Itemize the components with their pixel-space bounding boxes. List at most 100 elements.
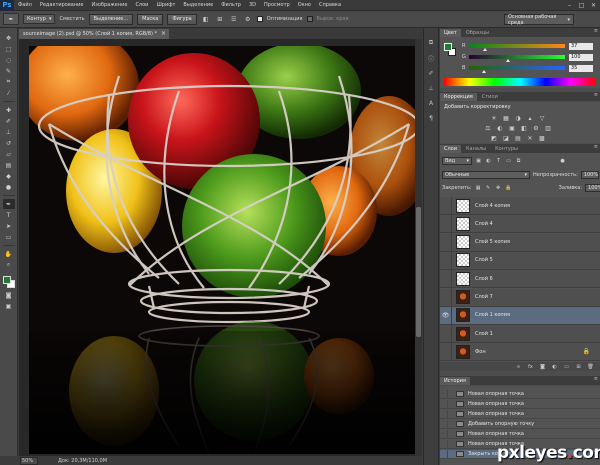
color-lookup-icon[interactable]: ⚙ — [532, 124, 540, 132]
gradient-tool-icon[interactable]: ▤ — [3, 160, 15, 170]
crop-tool-icon[interactable]: ⌗ — [3, 77, 15, 87]
layer-row[interactable]: Фон 🔒 — [440, 342, 600, 362]
tab-layers[interactable]: Слои — [440, 145, 461, 153]
menu-edit[interactable]: Редактирование — [36, 2, 88, 8]
menu-filter[interactable]: Фильтр — [217, 2, 245, 8]
menu-3d[interactable]: 3D — [245, 2, 260, 8]
layer-visibility-eye-icon[interactable] — [440, 288, 452, 306]
canvas-area[interactable] — [19, 39, 422, 456]
menu-layers[interactable]: Слои — [131, 2, 152, 8]
menu-file[interactable]: Файл — [14, 2, 36, 8]
menu-view[interactable]: Просмотр — [260, 2, 294, 8]
lock-pixels-icon[interactable]: ✎ — [485, 185, 492, 192]
character-panel-icon[interactable]: A — [426, 98, 437, 108]
blur-tool-icon[interactable]: ◆ — [3, 171, 15, 181]
posterize-icon[interactable]: ◪ — [502, 134, 510, 142]
panel-menu-icon[interactable]: ≡ — [594, 92, 598, 98]
menu-type[interactable]: Шрифт — [152, 2, 179, 8]
path-alignment-icon[interactable]: ⊞ — [215, 14, 225, 24]
vertical-scrollbar[interactable] — [415, 39, 422, 456]
channel-mixer-icon[interactable]: ◧ — [520, 124, 528, 132]
red-channel-slider[interactable] — [469, 44, 565, 51]
history-item[interactable]: Новая опорная точка — [440, 399, 600, 409]
close-icon[interactable]: × — [161, 30, 166, 37]
make-mask-button[interactable]: Маска — [137, 13, 164, 25]
layer-visibility-eye-icon[interactable] — [440, 342, 452, 361]
dodge-tool-icon[interactable]: ● — [3, 182, 15, 192]
tab-swatches[interactable]: Образцы — [462, 29, 493, 37]
gradient-map-icon[interactable]: ✕ — [526, 134, 534, 142]
lock-all-icon[interactable]: 🔒 — [505, 185, 512, 192]
history-snapshot-box[interactable] — [440, 399, 448, 409]
new-adjustment-layer-icon[interactable]: ◐ — [551, 363, 558, 370]
tool-preset-picker[interactable]: ✒ — [3, 13, 19, 25]
screen-mode-icon[interactable]: ▣ — [3, 301, 15, 311]
layer-row[interactable]: Слой 6 — [440, 269, 600, 289]
red-slider-thumb[interactable] — [482, 48, 487, 51]
link-layers-icon[interactable]: ∞ — [515, 363, 522, 370]
filter-smart-object-icon[interactable]: ⧉ — [515, 158, 522, 165]
hue-saturation-icon[interactable]: ▥ — [544, 124, 552, 132]
tab-adjustments[interactable]: Коррекция — [440, 93, 477, 101]
scrollbar-thumb[interactable] — [416, 207, 421, 337]
menu-window[interactable]: Окно — [294, 2, 315, 8]
new-group-icon[interactable]: ▭ — [563, 363, 570, 370]
history-snapshot-box[interactable] — [440, 429, 448, 439]
layer-visibility-eye-icon[interactable] — [440, 233, 452, 252]
history-snapshot-box[interactable] — [440, 389, 448, 399]
history-snapshot-box[interactable] — [440, 419, 448, 429]
path-selection-tool-icon[interactable]: ➤ — [3, 221, 15, 231]
green-channel-value[interactable]: 100 — [569, 53, 593, 61]
layer-visibility-eye-icon[interactable] — [440, 269, 452, 288]
color-panel-foreground-swatch[interactable] — [444, 43, 452, 51]
tab-styles[interactable]: Стили — [478, 93, 502, 101]
lasso-tool-icon[interactable]: ◌ — [3, 55, 15, 65]
panel-menu-icon[interactable]: ≡ — [594, 376, 598, 382]
layer-visibility-eye-icon[interactable]: 👁 — [440, 306, 452, 325]
vibrance-icon[interactable]: ▽ — [538, 114, 546, 122]
filter-toggle-icon[interactable]: ● — [559, 158, 566, 165]
eyedropper-tool-icon[interactable]: ⁄ — [3, 88, 15, 98]
settings-gear-icon[interactable]: ⚙ — [243, 14, 253, 24]
blue-channel-slider[interactable] — [469, 66, 565, 73]
history-brush-tool-icon[interactable]: ↺ — [3, 138, 15, 148]
history-item[interactable]: Новая опорная точка — [440, 409, 600, 419]
paragraph-panel-icon[interactable]: ¶ — [426, 113, 437, 123]
color-balance-icon[interactable]: ⚖ — [484, 124, 492, 132]
clone-source-icon[interactable]: ⊥ — [426, 83, 437, 93]
close-button[interactable]: ✕ — [589, 1, 598, 9]
menu-select[interactable]: Выделение — [179, 2, 217, 8]
pen-tool-icon[interactable]: ✒ — [2, 199, 15, 209]
hand-tool-icon[interactable]: ✋ — [3, 249, 15, 259]
invert-icon[interactable]: ◩ — [490, 134, 498, 142]
color-spectrum-ramp[interactable] — [444, 78, 596, 86]
history-item[interactable]: Новая опорная точка — [440, 389, 600, 399]
panel-menu-icon[interactable]: ≡ — [594, 144, 598, 150]
pen-mode-select[interactable]: Контур ▾ — [23, 14, 56, 24]
maximize-button[interactable]: □ — [577, 1, 586, 9]
path-arrangement-icon[interactable]: ☰ — [229, 14, 239, 24]
exposure-icon[interactable]: ▴ — [526, 114, 534, 122]
quick-select-tool-icon[interactable]: ✎ — [3, 66, 15, 76]
lock-position-icon[interactable]: ✥ — [495, 185, 502, 192]
type-tool-icon[interactable]: T — [3, 210, 15, 220]
make-selection-button[interactable]: Выделение... — [88, 13, 134, 25]
document-tab[interactable]: sourceimage (2).psd @ 50% (Слой 1 копия,… — [19, 29, 169, 39]
marquee-tool-icon[interactable]: ⬚ — [3, 44, 15, 54]
black-white-icon[interactable]: ◐ — [496, 124, 504, 132]
curves-icon[interactable]: ◑ — [514, 114, 522, 122]
layer-filter-select[interactable]: Вид ▾ — [442, 157, 472, 165]
workspace-select[interactable]: Основная рабочая среда ▾ — [504, 14, 574, 26]
tab-history[interactable]: История — [440, 377, 470, 385]
layer-visibility-eye-icon[interactable] — [440, 196, 452, 215]
tab-color[interactable]: Цвет — [440, 29, 461, 37]
properties-panel-icon[interactable]: ⓘ — [426, 53, 437, 63]
photo-filter-icon[interactable]: ▣ — [508, 124, 516, 132]
levels-icon[interactable]: ▦ — [502, 114, 510, 122]
move-tool-icon[interactable]: ✥ — [3, 33, 15, 43]
foreground-color-swatch[interactable] — [2, 276, 11, 284]
history-snapshot-box[interactable] — [440, 449, 448, 459]
menu-help[interactable]: Справка — [315, 2, 345, 8]
layer-row[interactable]: Слой 4 копия — [440, 196, 600, 215]
blend-mode-select[interactable]: Обычные ▾ — [442, 171, 530, 179]
